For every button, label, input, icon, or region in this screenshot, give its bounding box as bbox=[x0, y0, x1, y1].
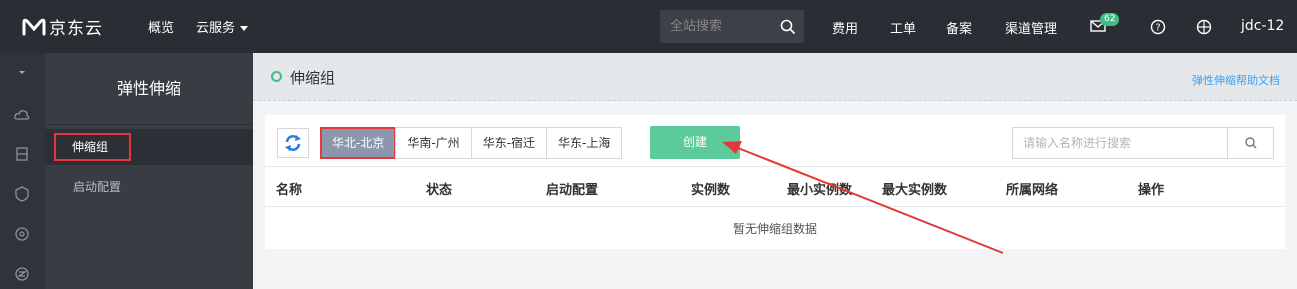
refresh-button[interactable] bbox=[277, 128, 309, 158]
settings-icon[interactable] bbox=[13, 225, 31, 243]
link-tickets[interactable]: 工单 bbox=[890, 18, 916, 37]
global-search bbox=[660, 10, 804, 43]
scaling-group-panel: 华北-北京 华南-广州 华东-宿迁 华东-上海 创建 请输入名称进行搜索 名称 … bbox=[265, 115, 1285, 249]
sidebar-item-scaling-group[interactable]: 伸缩组 bbox=[45, 129, 253, 165]
tab-region-guangzhou[interactable]: 华南-广州 bbox=[395, 127, 472, 159]
globe-icon[interactable] bbox=[1196, 19, 1212, 35]
nav-cloud-services-label: 云服务 bbox=[196, 21, 236, 36]
brand-logo[interactable]: 京东云 bbox=[22, 14, 132, 39]
chevron-down-icon[interactable] bbox=[13, 64, 31, 82]
link-channel[interactable]: 渠道管理 bbox=[1005, 18, 1057, 37]
nav-overview[interactable]: 概览 bbox=[148, 17, 174, 36]
sidebar-title: 弹性伸缩 bbox=[116, 79, 181, 98]
icon-rail bbox=[0, 53, 45, 289]
help-icon[interactable]: ? bbox=[1150, 19, 1166, 35]
column-header-name[interactable]: 名称 bbox=[276, 179, 302, 198]
column-header-actions: 操作 bbox=[1138, 183, 1165, 198]
main-content: 伸缩组 弹性伸缩帮助文档 华北-北京 华南-广州 华东-宿迁 华东-上海 创建 … bbox=[253, 53, 1297, 289]
sidebar-item-launch-config[interactable]: 启动配置 bbox=[73, 178, 121, 195]
name-search bbox=[1012, 127, 1274, 159]
column-header-launch-config[interactable]: 启动配置 bbox=[546, 179, 598, 198]
sidebar-item-label: 伸缩组 bbox=[54, 133, 131, 161]
search-icon[interactable] bbox=[780, 19, 796, 35]
page-title: 伸缩组 bbox=[290, 69, 336, 87]
create-button[interactable]: 创建 bbox=[650, 126, 740, 159]
toolbar: 华北-北京 华南-广州 华东-宿迁 华东-上海 创建 bbox=[265, 115, 1285, 167]
brand-name: 京东云 bbox=[49, 19, 103, 39]
network-icon[interactable] bbox=[13, 265, 31, 283]
chevron-down-icon bbox=[240, 26, 249, 31]
empty-table-message: 暂无伸缩组数据 bbox=[732, 222, 817, 236]
tab-region-suqian[interactable]: 华东-宿迁 bbox=[470, 127, 548, 159]
region-tabs: 华北-北京 华南-广州 华东-宿迁 华东-上海 bbox=[320, 127, 623, 159]
name-search-button[interactable] bbox=[1227, 128, 1273, 158]
mail-count-badge: 62 bbox=[1100, 13, 1120, 26]
shield-icon[interactable] bbox=[13, 185, 31, 203]
logo-icon bbox=[22, 18, 46, 35]
server-icon[interactable] bbox=[13, 145, 31, 163]
table-header: 名称 状态 启动配置 实例数 最小实例数 最大实例数 所属网络 操作 bbox=[265, 167, 1285, 207]
link-filing[interactable]: 备案 bbox=[946, 18, 972, 37]
sidebar: 弹性伸缩 伸缩组 启动配置 bbox=[45, 53, 253, 289]
status-ring-icon bbox=[271, 71, 282, 82]
tab-region-shanghai[interactable]: 华东-上海 bbox=[546, 127, 623, 159]
user-account[interactable]: jdc-12 bbox=[1241, 18, 1284, 34]
refresh-icon bbox=[285, 135, 301, 151]
top-navbar: 京东云 概览 云服务 费用 工单 备案 渠道管理 62 ? jd bbox=[0, 0, 1297, 53]
page-header: 伸缩组 弹性伸缩帮助文档 bbox=[253, 53, 1297, 101]
search-icon bbox=[1245, 137, 1257, 149]
global-search-input[interactable] bbox=[670, 19, 770, 34]
column-header-status[interactable]: 状态 bbox=[426, 179, 452, 198]
cloud-icon[interactable] bbox=[13, 106, 31, 124]
link-billing[interactable]: 费用 bbox=[832, 18, 858, 37]
column-header-min-instances[interactable]: 最小实例数 bbox=[787, 179, 852, 198]
name-search-input[interactable] bbox=[1023, 136, 1223, 150]
column-header-network[interactable]: 所属网络 bbox=[1006, 179, 1058, 198]
column-header-max-instances[interactable]: 最大实例数 bbox=[882, 179, 947, 198]
app-root: 京东云 概览 云服务 费用 工单 备案 渠道管理 62 ? jd bbox=[0, 0, 1297, 289]
sidebar-divider bbox=[45, 124, 253, 125]
column-header-instances[interactable]: 实例数 bbox=[691, 179, 730, 198]
svg-text:?: ? bbox=[1155, 23, 1160, 34]
help-doc-link[interactable]: 弹性伸缩帮助文档 bbox=[1192, 72, 1280, 88]
tab-region-beijing[interactable]: 华北-北京 bbox=[320, 127, 397, 159]
nav-cloud-services[interactable]: 云服务 bbox=[196, 17, 249, 36]
